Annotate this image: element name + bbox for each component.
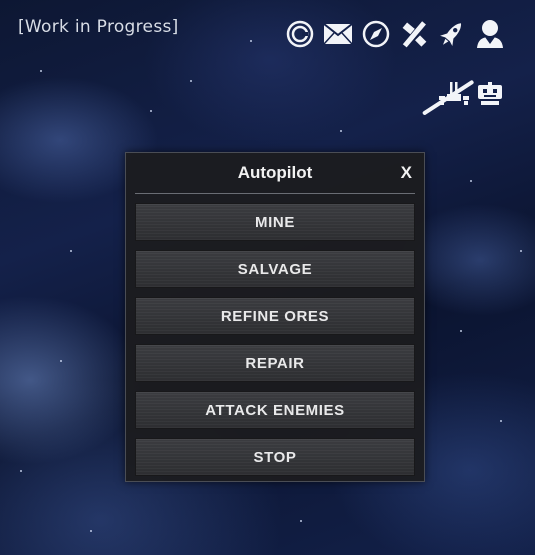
copyright-circle-icon[interactable]: [285, 18, 315, 50]
mail-icon[interactable]: [323, 18, 353, 50]
refine-ores-button[interactable]: REFINE ORES: [135, 297, 415, 335]
stop-button[interactable]: STOP: [135, 438, 415, 476]
panel-title: Autopilot: [237, 163, 313, 182]
panel-header: Autopilot X: [126, 153, 424, 193]
mine-button[interactable]: MINE: [135, 203, 415, 241]
compass-icon[interactable]: [361, 18, 391, 50]
autopilot-menu: MINE SALVAGE REFINE ORES REPAIR ATTACK E…: [126, 203, 424, 476]
work-in-progress-label: [Work in Progress]: [18, 17, 179, 37]
attack-enemies-button[interactable]: ATTACK ENEMIES: [135, 391, 415, 429]
robot-icon[interactable]: [475, 80, 505, 110]
header-divider: [135, 193, 415, 194]
salvage-button[interactable]: SALVAGE: [135, 250, 415, 288]
user-icon[interactable]: [475, 18, 505, 50]
top-toolbar: [285, 18, 505, 50]
rocket-icon[interactable]: [437, 18, 467, 50]
tools-icon[interactable]: [399, 18, 429, 50]
autopilot-panel: Autopilot X MINE SALVAGE REFINE ORES REP…: [125, 152, 425, 482]
close-button[interactable]: X: [401, 164, 412, 181]
repair-button[interactable]: REPAIR: [135, 344, 415, 382]
